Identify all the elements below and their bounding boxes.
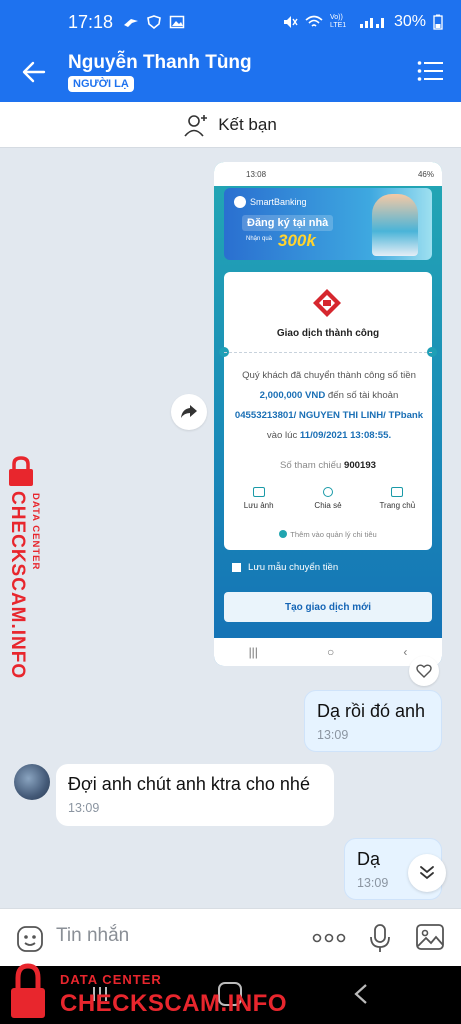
- network-label: Vo)) LTE1: [329, 14, 347, 29]
- message-text: Dạ rồi đó anh: [317, 701, 426, 721]
- reference-number: Số tham chiếu 900193: [279, 460, 377, 471]
- add-to-expense-manager: Thêm vào quản lý chi tiêu: [224, 530, 432, 539]
- avatar[interactable]: [14, 764, 50, 800]
- promo-banner: SmartBanking Đăng ký tại nhà Nhận quà 30…: [224, 188, 432, 260]
- more-options-icon[interactable]: [312, 929, 346, 947]
- save-template-option: Lưu mẫu chuyển tiền: [232, 562, 338, 573]
- image-icon: [252, 486, 265, 497]
- message-time: 13:09: [317, 728, 349, 742]
- watermark-side: CHECKSCAM.INFO DATA CENTER: [2, 455, 42, 679]
- share-action: Chia sẻ: [293, 478, 362, 518]
- home-action: Trang chủ: [363, 478, 432, 518]
- watermark-text: CHECKSCAM.INFO: [7, 491, 28, 680]
- banner-person-image: [372, 194, 418, 256]
- contact-name[interactable]: Nguyễn Thanh Tùng: [68, 52, 252, 74]
- inner-battery: 46%: [417, 169, 434, 179]
- stranger-badge: NGƯỜI LẠ: [68, 76, 134, 92]
- microphone-icon[interactable]: [368, 923, 392, 953]
- signal-icon: [359, 18, 384, 28]
- banner-headline: Đăng ký tại nhà: [242, 215, 334, 231]
- save-image-action: Lưu ảnh: [224, 478, 293, 518]
- back-chevron-icon[interactable]: [352, 983, 370, 1005]
- transfer-datetime: 11/09/2021 13:08:55.: [299, 430, 392, 441]
- banner-brand: SmartBanking: [250, 197, 307, 207]
- lock-icon: [9, 456, 33, 486]
- message-bubble-sent[interactable]: Dạ rồi đó anh 13:09: [304, 690, 442, 752]
- status-bar: 17:18 Vo)) LTE1 30%: [0, 0, 461, 44]
- add-friend-button[interactable]: Kết bạn: [0, 102, 461, 148]
- banner-gift-amount: 300k: [278, 231, 316, 250]
- recent-apps-icon: |||: [248, 645, 258, 659]
- plus-icon: [279, 530, 288, 538]
- status-time: 17:18: [68, 11, 114, 32]
- chat-header: Nguyễn Thanh Tùng NGƯỜI LẠ: [0, 44, 461, 102]
- battery-percent: 30%: [393, 13, 426, 30]
- shield-notification-icon: [147, 15, 161, 29]
- react-heart-button[interactable]: [409, 656, 439, 686]
- checkbox-icon: [232, 563, 241, 572]
- back-arrow-icon[interactable]: [20, 58, 48, 86]
- home-circle-icon: ○: [327, 645, 335, 659]
- message-input[interactable]: Tin nhắn: [56, 925, 129, 947]
- transfer-receipt: Giao dịch thành công Quý khách đã chuyển…: [219, 272, 437, 550]
- back-chevron-icon: ‹: [403, 645, 408, 659]
- inner-nav-bar: ||| ○ ‹: [214, 638, 442, 666]
- add-user-icon: [184, 114, 208, 137]
- heart-icon: [416, 664, 432, 678]
- image-picker-icon[interactable]: [415, 923, 445, 951]
- watermark-subtext: DATA CENTER: [60, 972, 162, 987]
- message-bubble-received[interactable]: Đợi anh chút anh ktra cho nhé 13:09: [56, 764, 334, 826]
- forward-button[interactable]: [171, 394, 207, 430]
- inner-status-bar: 13:08 46%: [214, 162, 442, 186]
- banner-gift-label: Nhận quà: [246, 236, 273, 242]
- gallery-notification-icon: [169, 15, 185, 29]
- share-icon: [322, 486, 333, 497]
- watermark-subtext: DATA CENTER: [30, 493, 41, 571]
- scroll-down-button[interactable]: [408, 854, 446, 892]
- bank-logo-icon: [313, 289, 341, 317]
- message-composer: Tin nhắn: [0, 908, 461, 966]
- add-friend-label: Kết bạn: [218, 114, 277, 134]
- transfer-amount: 2,000,000 VND: [259, 390, 326, 401]
- double-chevron-down-icon: [420, 866, 434, 880]
- lock-icon: [11, 963, 45, 1018]
- menu-list-icon[interactable]: [417, 60, 443, 82]
- message-time: 13:09: [68, 801, 100, 815]
- wifi-icon: [305, 15, 323, 27]
- transaction-description: Quý khách đã chuyển thành công số tiền 2…: [234, 370, 424, 441]
- battery-icon: [433, 14, 443, 30]
- inner-time: 13:08: [246, 169, 267, 179]
- recipient-account: 04553213801/ NGUYEN THI LINH/ TPbank: [234, 410, 424, 421]
- home-icon: [391, 486, 404, 497]
- chat-area[interactable]: 13:08 46% SmartBanking Đăng ký tại nhà N…: [0, 148, 461, 908]
- forward-arrow-icon: [181, 405, 197, 418]
- bird-notification-icon: [124, 19, 139, 27]
- message-text: Đợi anh chút anh ktra cho nhé: [68, 774, 310, 794]
- bank-logo-icon: [234, 196, 246, 208]
- transaction-status: Giao dịch thành công: [276, 328, 380, 339]
- mute-icon: [283, 16, 298, 28]
- new-transaction-button: Tạo giao dịch mới: [224, 592, 432, 622]
- watermark-bottom: DATA CENTER CHECKSCAM.INFO: [4, 962, 304, 1024]
- receipt-actions: Lưu ảnh Chia sẻ Trang chủ: [224, 478, 432, 518]
- shared-image-message[interactable]: 13:08 46% SmartBanking Đăng ký tại nhà N…: [214, 162, 442, 666]
- watermark-text: CHECKSCAM.INFO: [60, 990, 287, 1017]
- sticker-icon[interactable]: [16, 925, 44, 953]
